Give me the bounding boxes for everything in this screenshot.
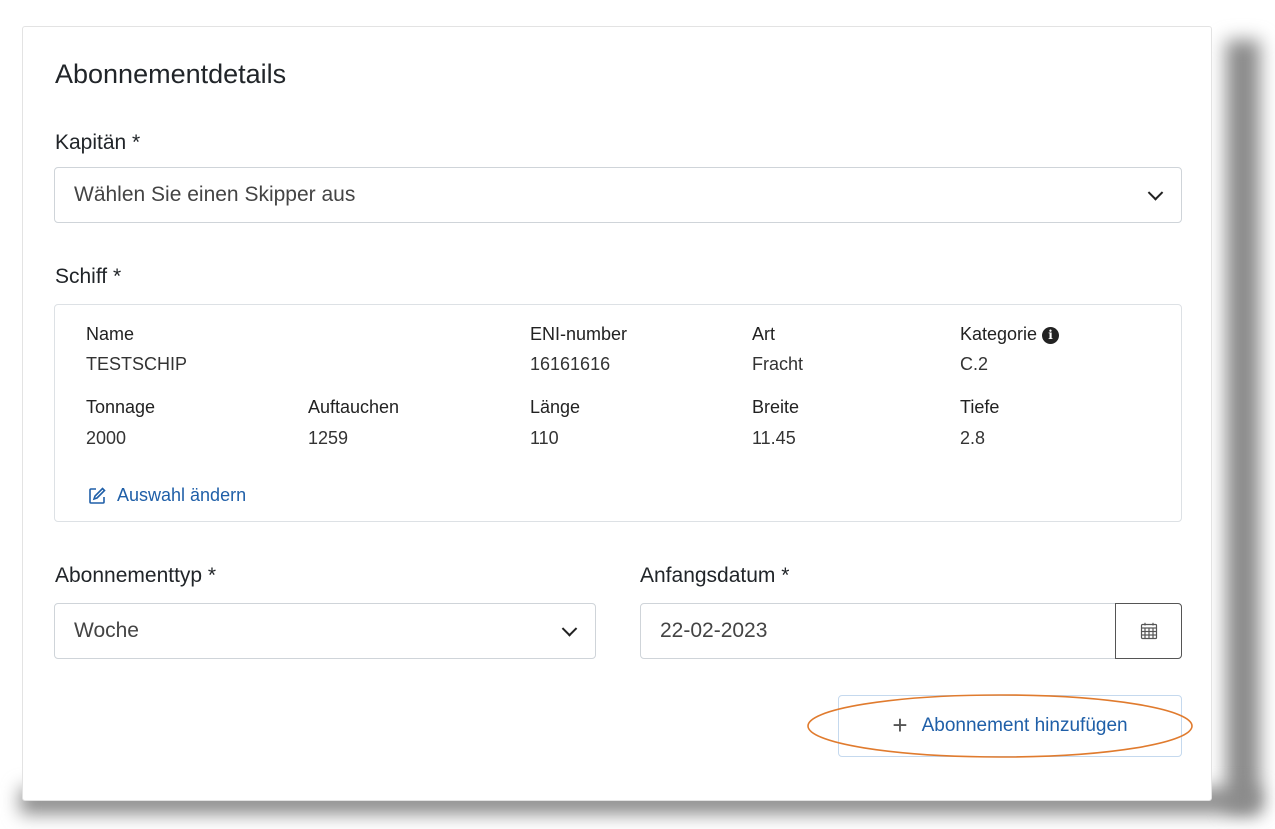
ship-summary-panel: Name TESTSCHIP ENI-number 16161616 Art F… (54, 304, 1182, 522)
subscription-type-select[interactable]: Woche (54, 603, 596, 659)
edit-icon (87, 486, 107, 506)
frame-shadow-right (1226, 40, 1260, 810)
add-subscription-label: Abonnement hinzufügen (921, 715, 1128, 736)
change-selection-link[interactable]: Auswahl ändern (87, 485, 246, 506)
screenshot-stage: Abonnementdetails Kapitän * Wählen Sie e… (0, 0, 1275, 829)
ship-name-label: Name (86, 324, 135, 344)
start-date-value: 22-02-2023 (660, 619, 768, 642)
ship-tiefe-value: 2.8 (960, 428, 986, 448)
ship-tonnage-label: Tonnage (86, 397, 156, 417)
ship-name-value: TESTSCHIP (86, 354, 188, 374)
change-selection-label: Auswahl ändern (117, 485, 247, 505)
subscription-details-card: Abonnementdetails Kapitän * Wählen Sie e… (22, 26, 1212, 801)
ship-laenge-value: 110 (530, 428, 559, 448)
subscription-type-label: Abonnementtyp * (55, 564, 217, 587)
captain-label: Kapitän * (55, 131, 141, 154)
chevron-down-icon (1147, 185, 1164, 201)
captain-select-value: Wählen Sie einen Skipper aus (74, 183, 356, 206)
ship-tiefe-label: Tiefe (960, 397, 1000, 417)
card-title: Abonnementdetails (55, 59, 287, 89)
start-date-input[interactable]: 22-02-2023 (640, 603, 1182, 659)
chevron-down-icon (561, 621, 578, 637)
add-subscription-button[interactable]: + Abonnement hinzufügen (838, 695, 1182, 757)
start-date-label: Anfangsdatum * (640, 564, 790, 587)
info-icon[interactable]: i (1042, 327, 1060, 344)
plus-icon: + (892, 709, 908, 740)
ship-art-value: Fracht (752, 354, 804, 374)
ship-auftauchen-label: Auftauchen (308, 397, 400, 417)
ship-laenge-label: Länge (530, 397, 581, 417)
ship-auftauchen-value: 1259 (308, 428, 349, 448)
captain-select[interactable]: Wählen Sie einen Skipper aus (54, 167, 1182, 223)
ship-kategorie-value: C.2 (960, 354, 989, 374)
ship-breite-label: Breite (752, 397, 800, 417)
ship-breite-value: 11.45 (752, 428, 796, 448)
ship-label: Schiff * (55, 265, 122, 288)
ship-eni-label: ENI-number (530, 324, 628, 344)
calendar-button[interactable] (1115, 603, 1182, 659)
ship-kategorie-label: Kategorie i (960, 324, 1060, 345)
ship-tonnage-value: 2000 (86, 428, 127, 448)
ship-art-label: Art (752, 324, 776, 344)
ship-kategorie-label-text: Kategorie (960, 324, 1038, 344)
calendar-icon (1140, 622, 1157, 640)
ship-eni-value: 16161616 (530, 354, 611, 374)
subscription-type-value: Woche (74, 619, 139, 642)
